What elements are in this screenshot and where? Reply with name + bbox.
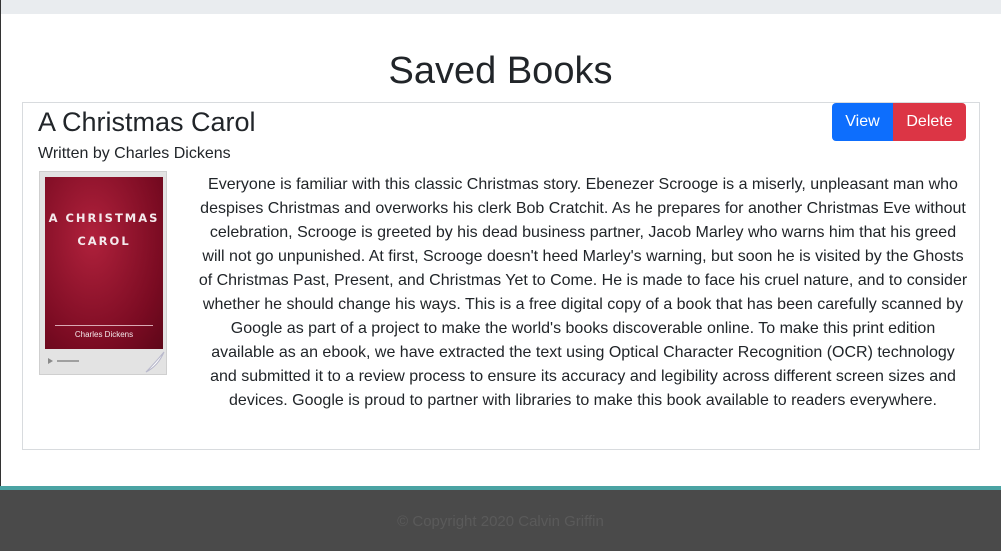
book-author: Written by Charles Dickens xyxy=(38,145,231,162)
book-description: Everyone is familiar with this classic C… xyxy=(198,176,968,409)
page-curl-icon xyxy=(144,350,166,374)
book-cover: A CHRISTMAS CAROL Charles Dickens xyxy=(45,177,163,349)
book-cover-image: A CHRISTMAS CAROL Charles Dickens xyxy=(39,171,167,375)
copyright-text: © Copyright 2020 Calvin Griffin xyxy=(397,513,604,530)
page-title: Saved Books xyxy=(388,50,613,92)
cover-divider xyxy=(55,325,153,326)
book-title: A Christmas Carol xyxy=(38,107,256,137)
cover-title: A CHRISTMAS CAROL xyxy=(48,211,160,248)
footer: © Copyright 2020 Calvin Griffin xyxy=(0,490,1001,551)
view-button[interactable]: View xyxy=(832,103,893,141)
book-card: A Christmas Carol Written by Charles Dic… xyxy=(22,102,980,450)
delete-button[interactable]: Delete xyxy=(893,103,966,141)
cover-author: Charles Dickens xyxy=(74,330,134,339)
top-nav-bar xyxy=(0,0,1001,14)
google-books-logo-icon xyxy=(48,358,88,364)
